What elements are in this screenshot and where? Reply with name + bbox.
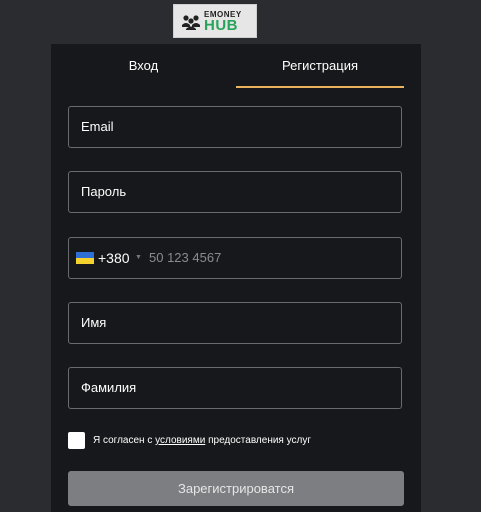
first-name-field[interactable]: Имя: [68, 302, 402, 344]
register-button[interactable]: Зарегистрироватся: [68, 471, 404, 506]
terms-link[interactable]: условиями: [155, 435, 205, 446]
terms-suffix: предоставления услуг: [205, 435, 311, 446]
terms-checkbox[interactable]: [68, 432, 85, 449]
tab-login[interactable]: Вход: [51, 44, 236, 88]
country-dial-code[interactable]: +380: [98, 238, 130, 278]
terms-agreement-text: Я согласен с условиями предоставления ус…: [93, 432, 311, 449]
phone-input[interactable]: 50 123 4567: [149, 238, 389, 278]
emoney-hub-logo: EMONEY HUB: [173, 4, 257, 38]
auth-tabs: Вход Регистрация: [51, 44, 421, 88]
auth-panel: Вход Регистрация Email Пароль +380 ▼ 50 …: [51, 44, 421, 512]
ukraine-flag-icon[interactable]: [76, 252, 94, 264]
email-field[interactable]: Email: [68, 106, 402, 148]
tab-registration[interactable]: Регистрация: [236, 44, 404, 88]
active-tab-indicator: [236, 86, 404, 88]
password-field[interactable]: Пароль: [68, 171, 402, 213]
email-field-label: Email: [81, 119, 114, 134]
people-group-icon: [182, 15, 200, 30]
chevron-down-icon[interactable]: ▼: [135, 238, 142, 278]
last-name-field[interactable]: Фамилия: [68, 367, 402, 409]
first-name-field-label: Имя: [81, 315, 107, 330]
phone-field: +380 ▼ 50 123 4567: [68, 237, 402, 279]
logo-text-hub: HUB: [204, 17, 238, 34]
last-name-field-label: Фамилия: [81, 380, 137, 395]
terms-prefix: Я согласен с: [93, 435, 156, 446]
password-field-label: Пароль: [81, 184, 127, 199]
